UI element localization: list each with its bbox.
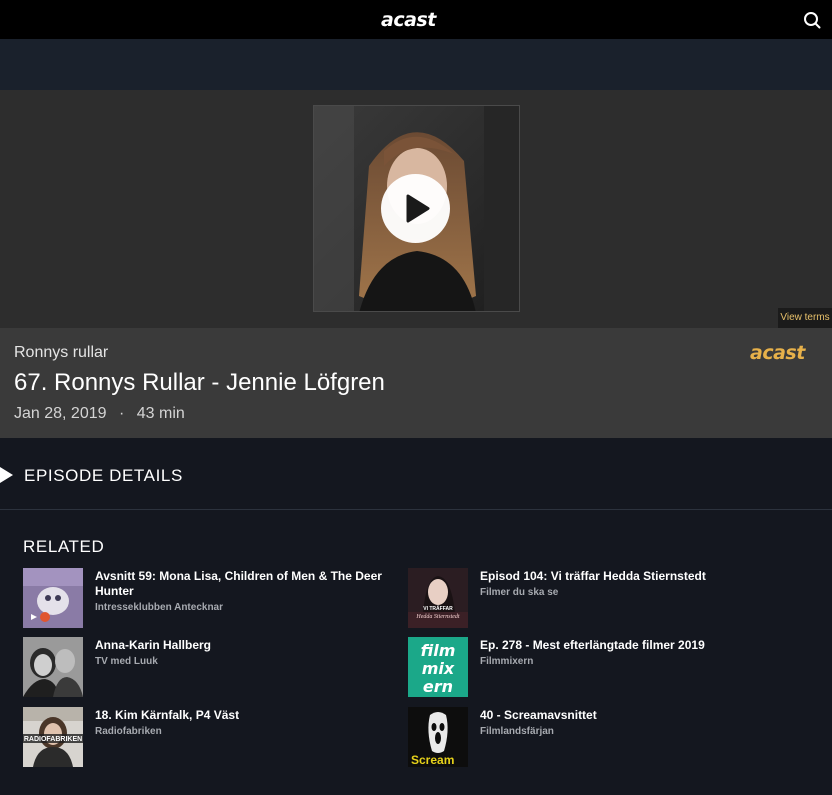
acast-logo[interactable]: acast bbox=[381, 9, 436, 31]
thumb-text: VI TRÄFFAR bbox=[423, 605, 453, 612]
related-title: 18. Kim Kärnfalk, P4 Väst bbox=[95, 708, 240, 722]
thumb-text: ern bbox=[423, 677, 453, 696]
related-item[interactable]: RADIOFABRIKEN 18. Kim Kärnfalk, P4 Väst … bbox=[23, 707, 403, 767]
related-heading: RELATED bbox=[23, 537, 105, 556]
episode-duration: 43 min bbox=[136, 405, 185, 422]
top-bar: acast bbox=[0, 0, 832, 39]
related-thumbnail: Scream bbox=[408, 707, 468, 767]
episode-info: Ronnys rullar 67. Ronnys Rullar - Jennie… bbox=[0, 328, 832, 438]
play-icon bbox=[406, 194, 430, 223]
related-item[interactable]: Anna-Karin Hallberg TV med Luuk bbox=[23, 637, 403, 697]
related-item[interactable]: Avsnitt 59: Mona Lisa, Children of Men &… bbox=[23, 568, 403, 628]
related-thumbnail bbox=[23, 568, 83, 628]
ad-banner-area bbox=[0, 39, 832, 90]
search-icon[interactable] bbox=[803, 11, 821, 29]
related-show: Filmer du ska se bbox=[480, 587, 559, 598]
related-title: Episod 104: Vi träffar Hedda Stiernstedt bbox=[480, 569, 706, 583]
related-title: Avsnitt 59: Mona Lisa, Children of Men &… bbox=[95, 569, 382, 598]
episode-details-label: EPISODE DETAILS bbox=[24, 466, 183, 485]
meta-separator: · bbox=[118, 405, 125, 422]
triangle-right-icon bbox=[0, 467, 13, 483]
episode-details-toggle[interactable]: EPISODE DETAILS bbox=[0, 438, 832, 510]
related-show: Intresseklubben Antecknar bbox=[95, 602, 224, 613]
player-area: View terms bbox=[0, 90, 832, 328]
related-item[interactable]: film mix ern Ep. 278 - Mest efterlängtad… bbox=[408, 637, 788, 697]
show-name[interactable]: Ronnys rullar bbox=[14, 344, 108, 362]
related-item[interactable]: Scream 40 - Screamavsnittet Filmlandsfär… bbox=[408, 707, 788, 767]
episode-date: Jan 28, 2019 bbox=[14, 405, 107, 422]
acast-brand-logo[interactable]: acast bbox=[750, 342, 805, 364]
related-show: TV med Luuk bbox=[95, 656, 158, 667]
thumb-text: Scream bbox=[411, 753, 454, 767]
episode-title: 67. Ronnys Rullar - Jennie Löfgren bbox=[14, 369, 385, 396]
view-terms-link[interactable]: View terms bbox=[778, 308, 832, 328]
episode-meta: Jan 28, 2019 · 43 min bbox=[14, 405, 185, 423]
related-thumbnail: VI TRÄFFAR Hedda Stiernstedt bbox=[408, 568, 468, 628]
related-show: Radiofabriken bbox=[95, 726, 162, 737]
related-title: Ep. 278 - Mest efterlängtade filmer 2019 bbox=[480, 638, 705, 652]
related-thumbnail bbox=[23, 637, 83, 697]
related-title: Anna-Karin Hallberg bbox=[95, 638, 212, 652]
thumb-text: RADIOFABRIKEN bbox=[24, 736, 82, 743]
thumb-text: Hedda Stiernstedt bbox=[415, 614, 459, 620]
thumb-text: mix bbox=[422, 659, 455, 678]
related-title: 40 - Screamavsnittet bbox=[480, 708, 597, 722]
play-button[interactable] bbox=[381, 174, 450, 243]
related-thumbnail: film mix ern bbox=[408, 637, 468, 697]
thumb-text: film bbox=[421, 641, 456, 660]
related-thumbnail: RADIOFABRIKEN bbox=[23, 707, 83, 767]
related-show: Filmlandsfärjan bbox=[480, 726, 554, 737]
related-show: Filmmixern bbox=[480, 656, 534, 667]
related-item[interactable]: VI TRÄFFAR Hedda Stiernstedt Episod 104:… bbox=[408, 568, 788, 628]
